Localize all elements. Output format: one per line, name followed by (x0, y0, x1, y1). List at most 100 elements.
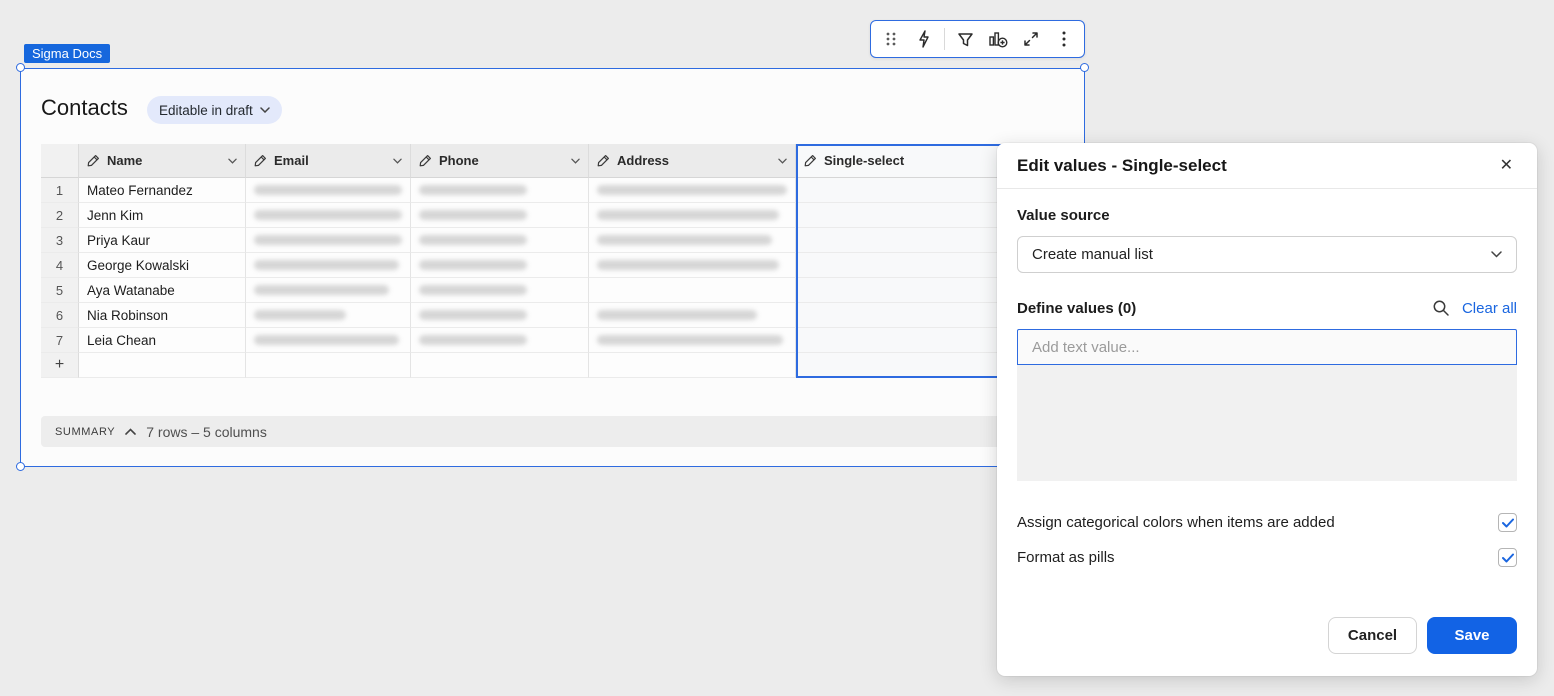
filter-icon[interactable] (952, 26, 978, 52)
table-row: 2 Jenn Kim (41, 203, 1046, 228)
cell-phone-redacted[interactable] (411, 253, 589, 278)
cell-address-redacted[interactable] (589, 178, 796, 203)
cell-name[interactable]: Leia Chean (79, 328, 246, 353)
chevron-up-icon[interactable] (125, 428, 137, 435)
empty-cell (411, 353, 589, 378)
checkbox[interactable] (1498, 548, 1517, 567)
close-icon[interactable]: ✕ (1496, 154, 1517, 178)
cell-address-redacted[interactable] (589, 203, 796, 228)
cell-email-redacted[interactable] (246, 228, 411, 253)
drag-handle-icon[interactable] (878, 26, 904, 52)
value-source-selected: Create manual list (1032, 246, 1153, 263)
mode-pill-dropdown[interactable]: Editable in draft (147, 96, 282, 124)
cell-phone-redacted[interactable] (411, 278, 589, 303)
data-table: Name Email Phone Address Single-select 1 Mateo… (41, 144, 1046, 378)
table-row: 7 Leia Chean (41, 328, 1046, 353)
cell-address-redacted[interactable] (589, 228, 796, 253)
cell-name[interactable]: Priya Kaur (79, 228, 246, 253)
chevron-down-icon[interactable] (778, 158, 787, 164)
column-header-address[interactable]: Address (589, 144, 796, 178)
cell-email-redacted[interactable] (246, 328, 411, 353)
empty-cell (246, 353, 411, 378)
checkbox[interactable] (1498, 513, 1517, 532)
chevron-down-icon (260, 107, 270, 113)
chevron-down-icon (1491, 251, 1502, 258)
cell-phone-redacted[interactable] (411, 203, 589, 228)
panel-title: Edit values - Single-select (1017, 155, 1227, 175)
cell-address-redacted[interactable] (589, 328, 796, 353)
checkbox-row: Assign categorical colors when items are… (1017, 513, 1517, 532)
pencil-icon (419, 155, 431, 167)
pencil-icon (597, 155, 609, 167)
value-source-label: Value source (1017, 207, 1110, 224)
cell-name[interactable]: Nia Robinson (79, 303, 246, 328)
cell-address-redacted[interactable] (589, 303, 796, 328)
chevron-down-icon[interactable] (393, 158, 402, 164)
cell-name[interactable]: George Kowalski (79, 253, 246, 278)
add-value-input[interactable] (1017, 329, 1517, 365)
cell-email-redacted[interactable] (246, 253, 411, 278)
row-number[interactable]: 4 (41, 253, 79, 278)
table-row: 3 Priya Kaur (41, 228, 1046, 253)
cell-email-redacted[interactable] (246, 203, 411, 228)
table-row: 4 George Kowalski (41, 253, 1046, 278)
table-header-row: Name Email Phone Address Single-select (41, 144, 1046, 178)
widget-title: Contacts (41, 95, 128, 120)
toolbar-divider (944, 28, 945, 50)
cell-phone-redacted[interactable] (411, 178, 589, 203)
chevron-down-icon[interactable] (571, 158, 580, 164)
row-number[interactable]: 3 (41, 228, 79, 253)
row-number[interactable]: 2 (41, 203, 79, 228)
table-row: 5 Aya Watanabe (41, 278, 1046, 303)
table-row: 6 Nia Robinson (41, 303, 1046, 328)
cell-phone-redacted[interactable] (411, 228, 589, 253)
column-header-phone[interactable]: Phone (411, 144, 589, 178)
cell-email-redacted[interactable] (246, 278, 411, 303)
chevron-down-icon[interactable] (228, 158, 237, 164)
more-menu-icon[interactable] (1051, 26, 1077, 52)
cell-name[interactable]: Aya Watanabe (79, 278, 246, 303)
cell-name[interactable]: Jenn Kim (79, 203, 246, 228)
selection-handle-top-left[interactable] (16, 63, 25, 72)
values-list-area (1017, 365, 1517, 481)
row-number[interactable]: 5 (41, 278, 79, 303)
search-icon[interactable] (1432, 299, 1450, 317)
element-toolbar (870, 20, 1085, 58)
table-row: 1 Mateo Fernandez (41, 178, 1046, 203)
contacts-table-widget[interactable]: Contacts Editable in draft Name Email Phon… (20, 68, 1085, 467)
column-header-email[interactable]: Email (246, 144, 411, 178)
lightning-icon[interactable] (911, 26, 937, 52)
checkbox-label: Format as pills (1017, 549, 1115, 566)
panel-header: Edit values - Single-select ✕ (997, 143, 1537, 189)
add-row[interactable]: + (41, 353, 1046, 378)
row-number[interactable]: 7 (41, 328, 79, 353)
cell-name[interactable]: Mateo Fernandez (79, 178, 246, 203)
row-number[interactable]: 1 (41, 178, 79, 203)
row-number[interactable]: 6 (41, 303, 79, 328)
column-header-name[interactable]: Name (79, 144, 246, 178)
add-chart-icon[interactable] (985, 26, 1011, 52)
selection-handle-top-right[interactable] (1080, 63, 1089, 72)
cell-email-redacted[interactable] (246, 178, 411, 203)
cell-email-redacted[interactable] (246, 303, 411, 328)
cancel-button[interactable]: Cancel (1328, 617, 1417, 654)
clear-all-link[interactable]: Clear all (1462, 300, 1517, 317)
empty-cell (589, 353, 796, 378)
add-row-button[interactable]: + (41, 353, 79, 378)
doc-title-badge: Sigma Docs (24, 44, 111, 63)
value-source-select[interactable]: Create manual list (1017, 236, 1517, 273)
define-values-label: Define values (0) (1017, 299, 1137, 317)
cell-phone-redacted[interactable] (411, 303, 589, 328)
cell-phone-redacted[interactable] (411, 328, 589, 353)
summary-bar[interactable]: SUMMARY 7 rows – 5 columns (41, 416, 1021, 447)
pencil-icon (87, 155, 99, 167)
empty-cell (79, 353, 246, 378)
selection-handle-bottom-left[interactable] (16, 462, 25, 471)
maximize-icon[interactable] (1018, 26, 1044, 52)
checkbox-label: Assign categorical colors when items are… (1017, 514, 1335, 531)
save-button[interactable]: Save (1427, 617, 1517, 654)
cell-address-redacted[interactable] (589, 253, 796, 278)
pencil-icon (804, 155, 816, 167)
cell-address-redacted[interactable] (589, 278, 796, 303)
summary-info: 7 rows – 5 columns (146, 423, 267, 440)
